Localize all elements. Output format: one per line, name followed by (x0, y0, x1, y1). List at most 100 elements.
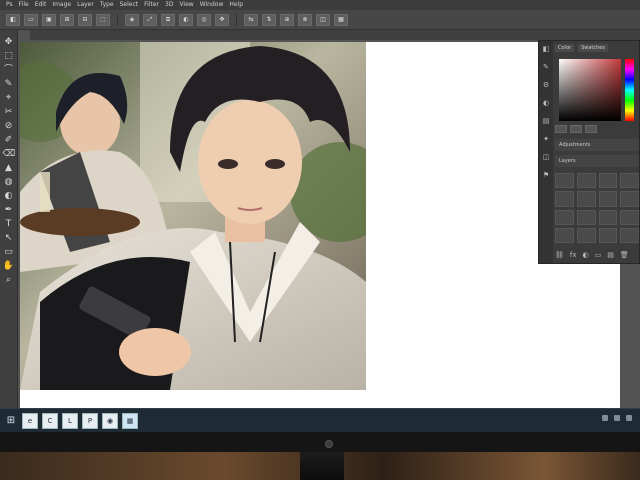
menu-item[interactable]: Filter (144, 0, 159, 10)
layer-thumbnail[interactable] (555, 191, 574, 207)
option-button[interactable]: ✥ (215, 13, 229, 26)
option-button[interactable]: ◐ (179, 13, 193, 26)
option-button[interactable]: ◫ (316, 13, 330, 26)
layer-thumbnail[interactable] (620, 173, 639, 189)
option-button[interactable]: ▦ (334, 13, 348, 26)
taskbar-app-icon[interactable]: e (22, 412, 38, 429)
color-layers-panel: ◧ ✎ ⚙ ◐ ▤ ✦ ◫ ⚑ Color Swatches Adjustments Layer… (538, 40, 640, 264)
tool-icon[interactable]: ⬚ (3, 50, 15, 62)
layer-thumbnail[interactable] (555, 173, 574, 189)
tray-icon[interactable] (602, 415, 608, 421)
tool-icon[interactable]: ◐ (3, 190, 15, 202)
layer-thumbnail[interactable] (620, 227, 639, 243)
document-tab[interactable] (18, 30, 30, 40)
menu-item[interactable]: Ps (6, 0, 13, 10)
taskbar-app-icon[interactable]: ▦ (122, 412, 138, 429)
menu-item[interactable]: Window (200, 0, 224, 10)
panel-side-icon[interactable]: ✎ (542, 63, 550, 71)
layers-section-header[interactable]: Layers (555, 155, 639, 167)
layer-thumbnail[interactable] (555, 209, 574, 225)
option-button[interactable]: ◧ (6, 13, 20, 26)
swap-colors-button[interactable] (585, 125, 597, 133)
foreground-swatch[interactable] (555, 125, 567, 133)
panel-side-icon[interactable]: ⚙ (542, 81, 550, 89)
option-button[interactable]: ◎ (197, 13, 211, 26)
panel-footer-button[interactable]: ▭ (595, 251, 602, 259)
color-picker-field[interactable] (559, 59, 621, 121)
option-button[interactable]: ⬚ (96, 13, 110, 26)
tool-icon[interactable]: ⊘ (3, 120, 15, 132)
tool-icon[interactable]: T (3, 218, 15, 230)
panel-footer-button[interactable]: ◐ (583, 251, 589, 259)
panel-tab[interactable]: Color (555, 44, 575, 52)
menu-item[interactable]: View (179, 0, 193, 10)
tool-icon[interactable]: ▲ (3, 162, 15, 174)
layer-thumbnail[interactable] (598, 191, 618, 207)
option-button[interactable]: ⊕ (280, 13, 294, 26)
tool-icon[interactable]: ✐ (3, 134, 15, 146)
panel-side-icon[interactable]: ▤ (542, 117, 550, 125)
panel-footer-button[interactable]: ⛓ (555, 251, 564, 259)
menu-item[interactable]: File (19, 0, 29, 10)
option-button[interactable]: ⇅ (262, 13, 276, 26)
tool-icon[interactable]: ⌒ (3, 64, 15, 76)
adjustments-section-header[interactable]: Adjustments (555, 139, 639, 151)
panel-footer-button[interactable]: ▤ (607, 251, 614, 259)
layer-thumbnail[interactable] (598, 173, 618, 189)
tool-icon[interactable]: ✥ (3, 36, 15, 48)
menu-item[interactable]: Select (120, 0, 139, 10)
tool-icon[interactable]: ◍ (3, 176, 15, 188)
start-icon[interactable]: ⊞ (4, 414, 18, 428)
panel-tab[interactable]: Swatches (578, 44, 608, 52)
option-button[interactable]: ⊗ (298, 13, 312, 26)
tool-icon[interactable]: ✂ (3, 106, 15, 118)
option-button[interactable]: ⇆ (244, 13, 258, 26)
tool-icon[interactable]: ✒ (3, 204, 15, 216)
monitor: Ps File Edit Image Layer Type Select Filter 3D Vi… (0, 0, 640, 452)
panel-side-icon[interactable]: ◐ (542, 99, 550, 107)
taskbar-app-icon[interactable]: P (82, 412, 98, 429)
panel-side-icon[interactable]: ◧ (542, 45, 550, 53)
option-button[interactable]: ▭ (24, 13, 38, 26)
option-button[interactable]: ◈ (125, 13, 139, 26)
menu-item[interactable]: Edit (35, 0, 47, 10)
tool-icon[interactable]: ✋ (3, 260, 15, 272)
layer-thumbnail[interactable] (620, 209, 639, 225)
menu-item[interactable]: Help (229, 0, 243, 10)
menu-item[interactable]: Layer (77, 0, 94, 10)
layer-thumbnail[interactable] (576, 191, 596, 207)
layer-thumbnail[interactable] (576, 173, 596, 189)
layer-thumbnail[interactable] (576, 209, 596, 225)
taskbar-app-icon[interactable]: L (62, 412, 78, 429)
layer-thumbnail[interactable] (555, 227, 574, 243)
panel-side-icon[interactable]: ◫ (542, 153, 550, 161)
hue-slider[interactable] (625, 59, 634, 121)
option-button[interactable]: ▣ (42, 13, 56, 26)
tray-icon[interactable] (626, 415, 632, 421)
option-button[interactable]: ⧉ (161, 13, 175, 26)
layer-thumbnail[interactable] (598, 209, 618, 225)
taskbar-app-icon[interactable]: C (42, 412, 58, 429)
layer-thumbnail[interactable] (598, 227, 618, 243)
option-button[interactable]: ⊟ (78, 13, 92, 26)
option-button[interactable]: ⊞ (60, 13, 74, 26)
tool-icon[interactable]: ✎ (3, 78, 15, 90)
layer-thumbnail[interactable] (620, 191, 639, 207)
menu-item[interactable]: Image (52, 0, 71, 10)
tray-icon[interactable] (614, 415, 620, 421)
option-button[interactable]: ⤢ (143, 13, 157, 26)
tool-icon[interactable]: ▭ (3, 246, 15, 258)
panel-footer-button[interactable]: fx (570, 251, 577, 259)
taskbar-app-icon[interactable]: ◉ (102, 412, 118, 429)
tool-icon[interactable]: ⌖ (3, 92, 15, 104)
background-swatch[interactable] (570, 125, 582, 133)
tool-icon[interactable]: ⌕ (3, 274, 15, 286)
panel-footer-button[interactable]: 🗑 (620, 251, 629, 259)
menu-item[interactable]: Type (100, 0, 114, 10)
tool-icon[interactable]: ↖ (3, 232, 15, 244)
layer-thumbnail[interactable] (576, 227, 596, 243)
tool-icon[interactable]: ⌫ (3, 148, 16, 160)
menu-item[interactable]: 3D (165, 0, 173, 10)
panel-side-icon[interactable]: ✦ (542, 135, 550, 143)
panel-side-icon[interactable]: ⚑ (542, 171, 550, 179)
